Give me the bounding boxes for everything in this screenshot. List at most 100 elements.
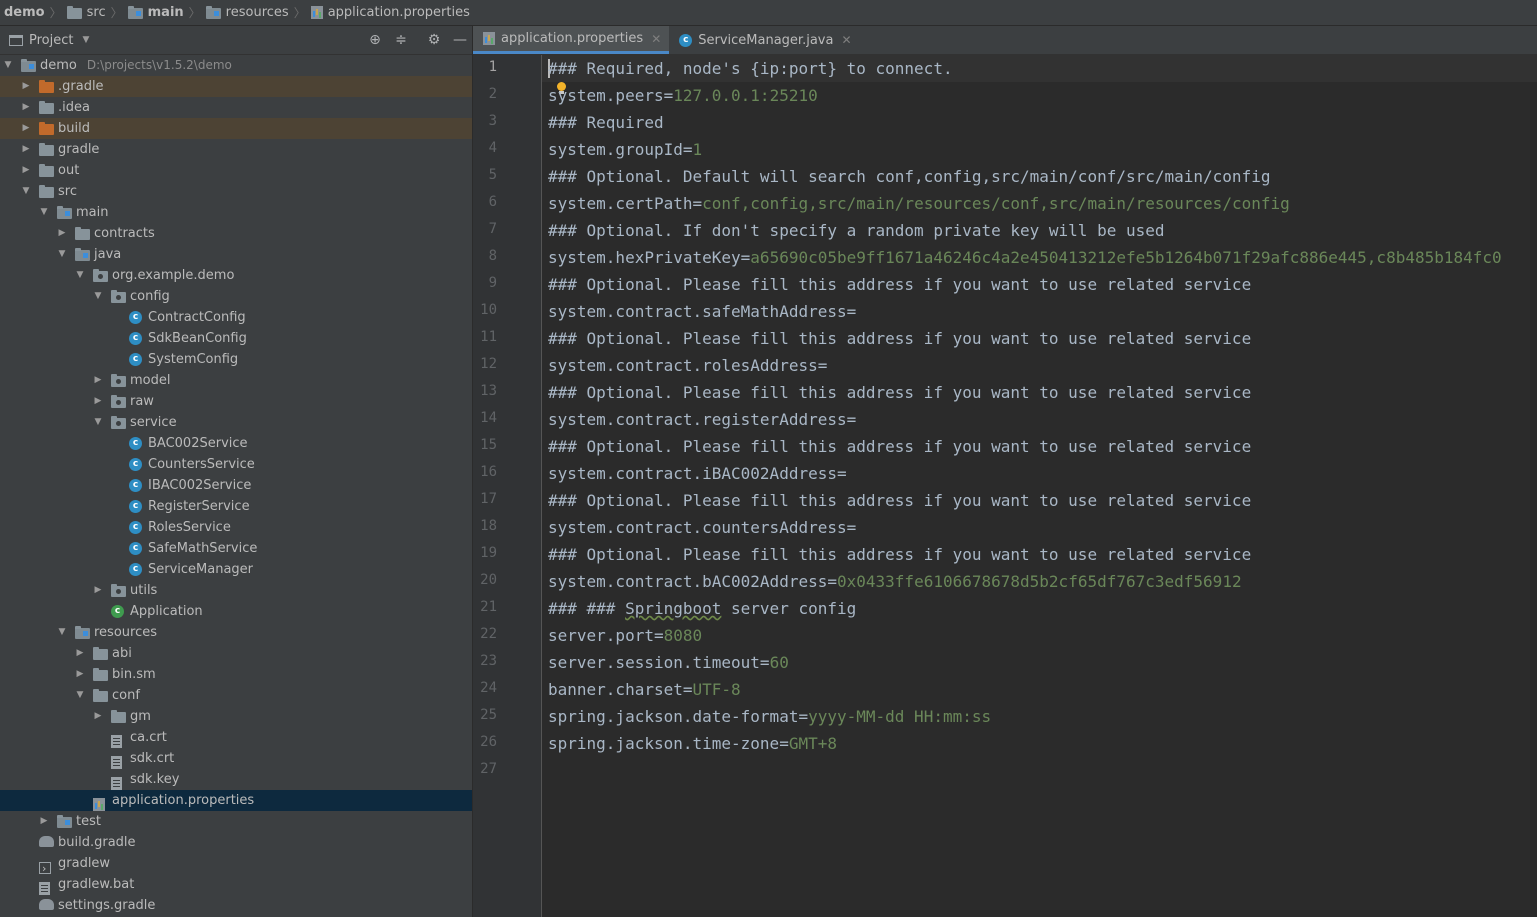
expand-right-icon[interactable]: ▶ (93, 580, 103, 601)
tree-node[interactable]: build.gradle (0, 832, 472, 853)
tree-node[interactable]: c SystemConfig (0, 349, 472, 370)
expand-down-icon[interactable]: ▼ (21, 181, 31, 202)
tree-node[interactable]: ▶ contracts (0, 223, 472, 244)
close-tab-icon[interactable]: ✕ (841, 33, 851, 47)
tree-node[interactable]: ▶ model (0, 370, 472, 391)
tree-node-label: main (76, 202, 108, 223)
breadcrumb-item[interactable]: resources (202, 5, 293, 20)
tree-node[interactable]: ▼ main (0, 202, 472, 223)
line-number: 9 (488, 275, 497, 291)
tree-node[interactable]: sdk.key (0, 769, 472, 790)
tree-node[interactable]: ▶ utils (0, 580, 472, 601)
tree-node[interactable]: ▼ service (0, 412, 472, 433)
package-icon (111, 416, 126, 429)
tree-node[interactable]: ▼ conf (0, 685, 472, 706)
expand-down-icon[interactable]: ▼ (93, 286, 103, 307)
tree-node[interactable]: application.properties (0, 790, 472, 811)
code-line: ### Optional. Please fill this address i… (548, 379, 1251, 406)
code-line: server.port=8080 (548, 622, 702, 649)
expand-right-icon[interactable]: ▶ (75, 664, 85, 685)
breadcrumb-label: main (147, 5, 184, 20)
tree-node[interactable]: ▼ config (0, 286, 472, 307)
code-line: ### Optional. If don't specify a random … (548, 217, 1165, 244)
property-value: 1 (692, 140, 703, 159)
line-number: 1 (488, 59, 497, 75)
expand-right-icon[interactable]: ▶ (21, 118, 31, 139)
tree-node-name: .idea (58, 100, 90, 115)
expand-down-icon[interactable]: ▼ (3, 55, 13, 76)
collapse-all-icon[interactable]: ≑ (392, 31, 410, 49)
tree-node[interactable]: ▼ src (0, 181, 472, 202)
tree-node[interactable]: gradlew.bat (0, 874, 472, 895)
tree-node[interactable]: c RegisterService (0, 496, 472, 517)
expand-right-icon[interactable]: ▶ (21, 160, 31, 181)
expand-down-icon[interactable]: ▼ (57, 244, 67, 265)
tree-node[interactable]: ▶ gm (0, 706, 472, 727)
tree-node-name: abi (112, 646, 132, 661)
tree-node-label: SystemConfig (148, 349, 238, 370)
tree-node[interactable]: c ServiceManager (0, 559, 472, 580)
tree-node[interactable]: c ContractConfig (0, 307, 472, 328)
editor-tab[interactable]: application.properties ✕ (473, 26, 670, 54)
class-icon: c (129, 500, 142, 513)
tree-node[interactable]: ▶ test (0, 811, 472, 832)
tree-node[interactable]: ▼ java (0, 244, 472, 265)
tree-node[interactable]: c RolesService (0, 517, 472, 538)
expand-down-icon[interactable]: ▼ (75, 685, 85, 706)
tree-node[interactable]: settings.gradle (0, 895, 472, 916)
expand-down-icon[interactable]: ▼ (75, 265, 85, 286)
breadcrumb-item[interactable]: application.properties (307, 5, 474, 20)
expand-right-icon[interactable]: ▶ (39, 811, 49, 832)
tree-node[interactable]: c IBAC002Service (0, 475, 472, 496)
tree-node[interactable]: ▶ .gradle (0, 76, 472, 97)
source-folder-icon (127, 6, 143, 19)
code-editor[interactable]: ### Required, node's {ip:port} to connec… (542, 55, 1537, 917)
tree-node[interactable]: ▶ gradle (0, 139, 472, 160)
tree-node[interactable]: ▶ raw (0, 391, 472, 412)
breadcrumb-item[interactable]: demo (0, 5, 49, 20)
tree-node[interactable]: ▶ out (0, 160, 472, 181)
expand-right-icon[interactable]: ▶ (75, 643, 85, 664)
tree-node[interactable]: ▼ org.example.demo (0, 265, 472, 286)
expand-right-icon[interactable]: ▶ (21, 139, 31, 160)
breadcrumb-item[interactable]: src (63, 5, 110, 20)
tree-node[interactable]: ▼ resources (0, 622, 472, 643)
breadcrumb-item[interactable]: main (124, 5, 188, 20)
locate-icon[interactable]: ⊕ (366, 31, 384, 49)
tree-node[interactable]: c SdkBeanConfig (0, 328, 472, 349)
comment-text: ### Required, node's {ip:port} to connec… (548, 59, 953, 78)
expand-right-icon[interactable]: ▶ (93, 391, 103, 412)
expand-right-icon[interactable]: ▶ (93, 706, 103, 727)
close-tab-icon[interactable]: ✕ (651, 32, 661, 46)
tree-node[interactable]: c SafeMathService (0, 538, 472, 559)
code-line: spring.jackson.date-format=yyyy-MM-dd HH… (548, 703, 991, 730)
tree-node-label: IBAC002Service (148, 475, 251, 496)
tree-node[interactable]: ca.crt (0, 727, 472, 748)
property-key: server.port (548, 626, 654, 645)
tree-node-label: conf (112, 685, 140, 706)
tree-node[interactable]: c BAC002Service (0, 433, 472, 454)
tree-node[interactable]: ▶ bin.sm (0, 664, 472, 685)
expand-down-icon[interactable]: ▼ (39, 202, 49, 223)
expand-down-icon[interactable]: ▼ (57, 622, 67, 643)
folder-icon (39, 185, 54, 198)
tree-node[interactable]: ▶ .idea (0, 97, 472, 118)
tree-node[interactable]: c Application (0, 601, 472, 622)
expand-right-icon[interactable]: ▶ (93, 370, 103, 391)
minimize-icon[interactable]: — (451, 31, 469, 49)
expand-right-icon[interactable]: ▶ (21, 76, 31, 97)
tree-node-name: gradlew (58, 856, 111, 871)
expand-down-icon[interactable]: ▼ (93, 412, 103, 433)
gear-icon[interactable]: ⚙ (425, 31, 443, 49)
editor-tab[interactable]: c ServiceManager.java ✕ (669, 26, 859, 54)
project-view-selector[interactable]: Project ▼ (9, 33, 89, 48)
tree-node[interactable]: c CountersService (0, 454, 472, 475)
tree-node[interactable]: ▼ demo D:\projects\v1.5.2\demo (0, 55, 472, 76)
tree-node[interactable]: sdk.crt (0, 748, 472, 769)
tree-node[interactable]: gradlew (0, 853, 472, 879)
expand-right-icon[interactable]: ▶ (57, 223, 67, 244)
tree-node[interactable]: ▶ build (0, 118, 472, 139)
expand-right-icon[interactable]: ▶ (21, 97, 31, 118)
tree-node[interactable]: ▶ abi (0, 643, 472, 664)
package-icon (111, 374, 126, 387)
